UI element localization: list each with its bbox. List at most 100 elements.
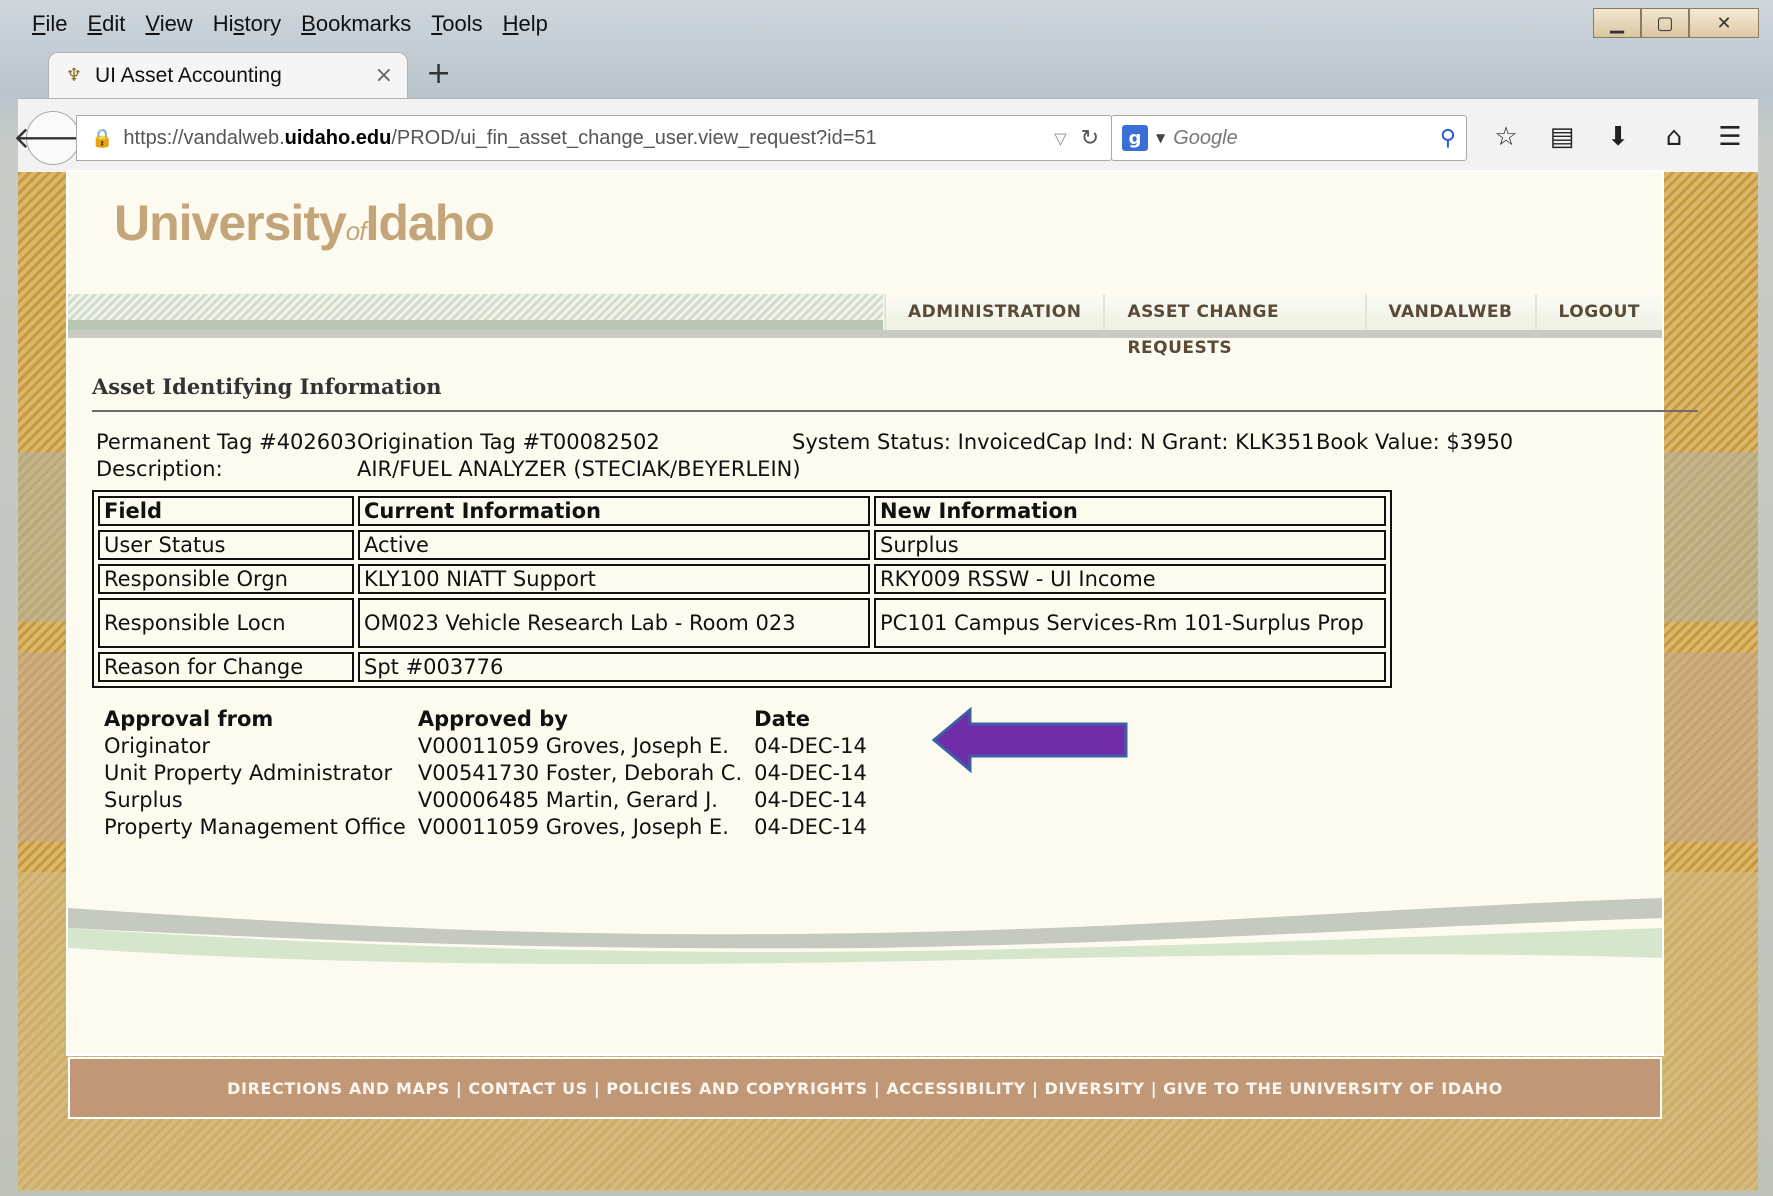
book-value: Book Value: $3950 xyxy=(1316,430,1514,454)
menu-bar: File Edit View History Bookmarks Tools H… xyxy=(22,6,558,42)
search-placeholder: Google xyxy=(1173,126,1238,149)
menu-view[interactable]: View xyxy=(135,11,202,37)
approved-by: V00541730 Foster, Deborah C. xyxy=(417,761,743,785)
new-tab-button[interactable]: + xyxy=(426,56,451,91)
nav-logout[interactable]: LOGOUT xyxy=(1534,294,1662,330)
footer-link-give[interactable]: GIVE TO THE UNIVERSITY OF IDAHO xyxy=(1163,1079,1503,1098)
current-cell: OM023 Vehicle Research Lab - Room 023 xyxy=(358,598,870,648)
footer-separator: | xyxy=(1150,1078,1158,1098)
menu-history[interactable]: History xyxy=(203,11,291,37)
nav-vandalweb[interactable]: VANDALWEB xyxy=(1364,294,1535,330)
tab-title: UI Asset Accounting xyxy=(95,63,282,87)
favicon-icon: ♆ xyxy=(65,64,83,86)
new-cell: Surplus xyxy=(874,530,1386,560)
decorative-wave xyxy=(68,898,1662,965)
approval-from: Originator xyxy=(104,734,211,758)
page-content: UniversityofIdaho ADMINISTRATION ASSET C… xyxy=(68,172,1698,1054)
column-header: Date xyxy=(754,707,811,731)
address-bar[interactable]: 🔒 https://vandalweb.uidaho.edu/PROD/ui_f… xyxy=(76,115,1112,161)
google-icon[interactable]: g xyxy=(1122,125,1148,151)
close-window-button[interactable]: ✕ xyxy=(1689,8,1759,38)
column-header: Approval from xyxy=(104,707,274,731)
table-header-row: Field Current Information New Informatio… xyxy=(98,496,1386,526)
menu-help[interactable]: Help xyxy=(493,11,558,37)
header-rule xyxy=(68,330,1662,338)
toolbar-icons: ☆ ▤ ⬇ ⌂ ☰ xyxy=(1478,115,1758,159)
current-cell: Active xyxy=(358,530,870,560)
menu-edit[interactable]: Edit xyxy=(77,11,135,37)
column-header: New Information xyxy=(874,496,1386,526)
reading-list-icon[interactable]: ▤ xyxy=(1534,115,1590,159)
approval-row: Property Management Office V00011059 Gro… xyxy=(98,814,873,841)
permanent-tag: Permanent Tag #402603 xyxy=(96,430,357,454)
home-icon[interactable]: ⌂ xyxy=(1646,115,1702,159)
approval-from: Unit Property Administrator xyxy=(104,761,393,785)
university-logo: UniversityofIdaho xyxy=(114,195,495,251)
footer-link-policies[interactable]: POLICIES AND COPYRIGHTS xyxy=(606,1079,868,1098)
description-value: AIR/FUEL ANALYZER (STECIAK/BEYERLEIN) xyxy=(357,457,801,481)
grant: Grant: KLK351 xyxy=(1162,430,1315,454)
approvals-header-row: Approval from Approved by Date xyxy=(98,706,873,733)
footer-link-directions[interactable]: DIRECTIONS AND MAPS xyxy=(227,1079,450,1098)
footer-separator: | xyxy=(593,1078,601,1098)
column-header: Field xyxy=(98,496,354,526)
current-cell: KLY100 NIATT Support xyxy=(358,564,870,594)
table-row: Reason for Change Spt #003776 xyxy=(98,652,1386,682)
bookmark-star-icon[interactable]: ☆ xyxy=(1478,115,1534,159)
menu-tools[interactable]: Tools xyxy=(421,11,492,37)
hamburger-menu-icon[interactable]: ☰ xyxy=(1702,115,1758,159)
field-cell: Responsible Orgn xyxy=(98,564,354,594)
maximize-button[interactable]: ▢ xyxy=(1641,8,1689,38)
approval-from: Property Management Office xyxy=(104,815,406,839)
navigation-bar: 🡐 🔒 https://vandalweb.uidaho.edu/PROD/ui… xyxy=(13,98,1758,174)
downloads-icon[interactable]: ⬇ xyxy=(1590,115,1646,159)
footer-link-diversity[interactable]: DIVERSITY xyxy=(1044,1079,1144,1098)
section-title: Asset Identifying Information xyxy=(92,374,442,399)
header-stripe xyxy=(68,294,883,330)
search-box[interactable]: g ▼ Google ⚲ xyxy=(1111,115,1467,161)
cap-indicator: Cap Ind: N xyxy=(1046,430,1156,454)
section-divider xyxy=(92,410,1698,412)
field-cell: Responsible Locn xyxy=(98,598,354,648)
nav-asset-change-requests[interactable]: ASSET CHANGE REQUESTS xyxy=(1103,294,1365,358)
nav-administration[interactable]: ADMINISTRATION xyxy=(884,294,1104,330)
approval-from: Surplus xyxy=(104,788,183,812)
field-cell: Reason for Change xyxy=(98,652,354,682)
approved-by: V00011059 Groves, Joseph E. xyxy=(417,734,729,758)
search-icon[interactable]: ⚲ xyxy=(1440,126,1456,151)
back-button[interactable]: 🡐 xyxy=(13,111,93,165)
column-header: Approved by xyxy=(417,707,568,731)
new-cell: RKY009 RSSW - UI Income xyxy=(874,564,1386,594)
approved-by: V00011059 Groves, Joseph E. xyxy=(417,815,729,839)
window-controls: ▁ ▢ ✕ xyxy=(1593,8,1759,38)
footer-link-contact[interactable]: CONTACT US xyxy=(468,1079,588,1098)
origination-tag: Origination Tag #T00082502 xyxy=(357,430,660,454)
footer-separator: | xyxy=(1032,1078,1039,1098)
history-dropdown-icon[interactable]: ▽ xyxy=(1054,129,1066,148)
system-status: System Status: Invoiced xyxy=(792,430,1047,454)
browser-tab[interactable]: ♆ UI Asset Accounting × xyxy=(48,52,408,98)
browser-window: File Edit View History Bookmarks Tools H… xyxy=(0,0,1773,1196)
approval-row: Surplus V00006485 Martin, Gerard J. 04-D… xyxy=(98,787,873,814)
approved-by: V00006485 Martin, Gerard J. xyxy=(417,788,718,812)
menu-file[interactable]: File xyxy=(22,11,77,37)
footer-separator: | xyxy=(873,1078,881,1098)
close-tab-icon[interactable]: × xyxy=(375,63,393,88)
approval-date: 04-DEC-14 xyxy=(754,788,867,812)
footer-bar: DIRECTIONS AND MAPS | CONTACT US | POLICIE… xyxy=(68,1057,1662,1119)
table-row: Responsible Orgn KLY100 NIATT Support RK… xyxy=(98,564,1386,594)
engine-dropdown-icon[interactable]: ▼ xyxy=(1156,131,1165,145)
minimize-button[interactable]: ▁ xyxy=(1593,8,1641,38)
column-header: Current Information xyxy=(358,496,870,526)
table-row: Responsible Locn OM023 Vehicle Research … xyxy=(98,598,1386,648)
page-viewport: UniversityofIdaho ADMINISTRATION ASSET C… xyxy=(18,172,1758,1192)
approval-date: 04-DEC-14 xyxy=(754,815,867,839)
new-cell: PC101 Campus Services-Rm 101-Surplus Pro… xyxy=(874,598,1386,648)
reload-icon[interactable]: ↻ xyxy=(1081,126,1099,151)
change-table: Field Current Information New Informatio… xyxy=(92,490,1392,688)
footer-link-accessibility[interactable]: ACCESSIBILITY xyxy=(886,1079,1026,1098)
reason-cell: Spt #003776 xyxy=(358,652,1386,682)
approval-row: Unit Property Administrator V00541730 Fo… xyxy=(98,760,873,787)
site-nav: ADMINISTRATION ASSET CHANGE REQUESTS VAN… xyxy=(884,294,1662,358)
menu-bookmarks[interactable]: Bookmarks xyxy=(291,11,421,37)
